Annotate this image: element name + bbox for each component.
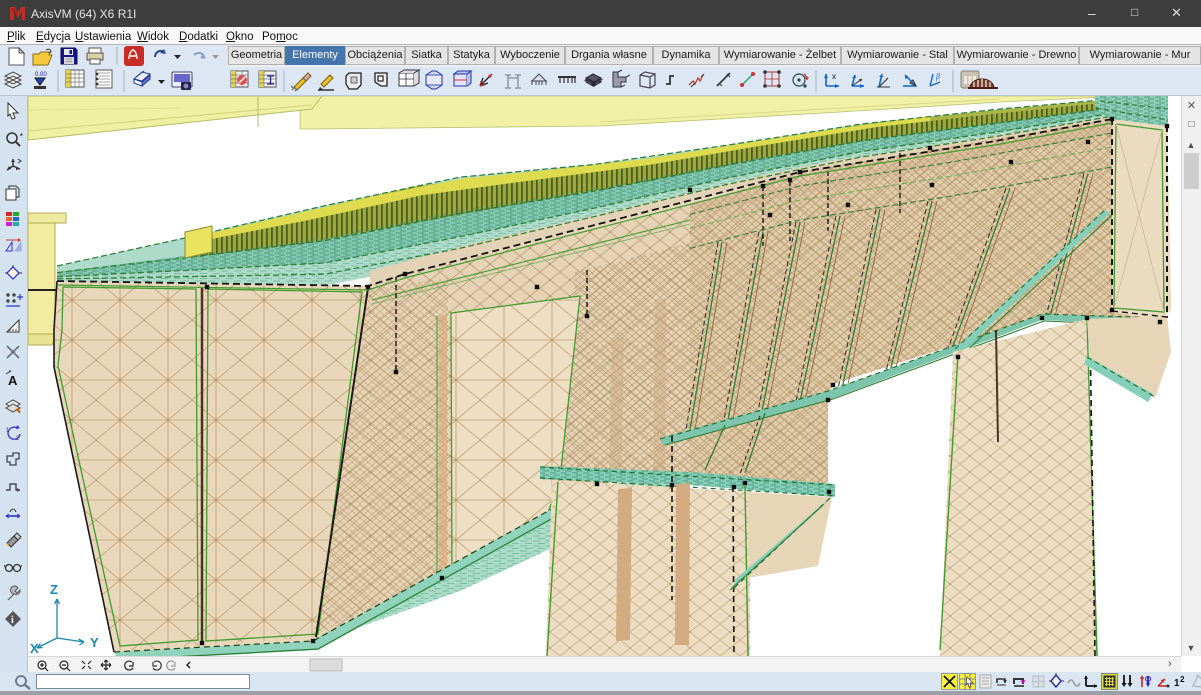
svg-text:0.00: 0.00 — [35, 72, 47, 78]
svg-text:X: X — [30, 641, 39, 656]
svg-text:Z: Z — [50, 582, 58, 597]
svg-text:Y: Y — [90, 635, 99, 650]
svg-text:A: A — [8, 373, 18, 388]
svg-text:x: x — [832, 72, 836, 81]
svg-text:β: β — [935, 72, 940, 81]
svg-text:i: i — [11, 615, 14, 626]
svg-text:2: 2 — [1180, 675, 1185, 684]
